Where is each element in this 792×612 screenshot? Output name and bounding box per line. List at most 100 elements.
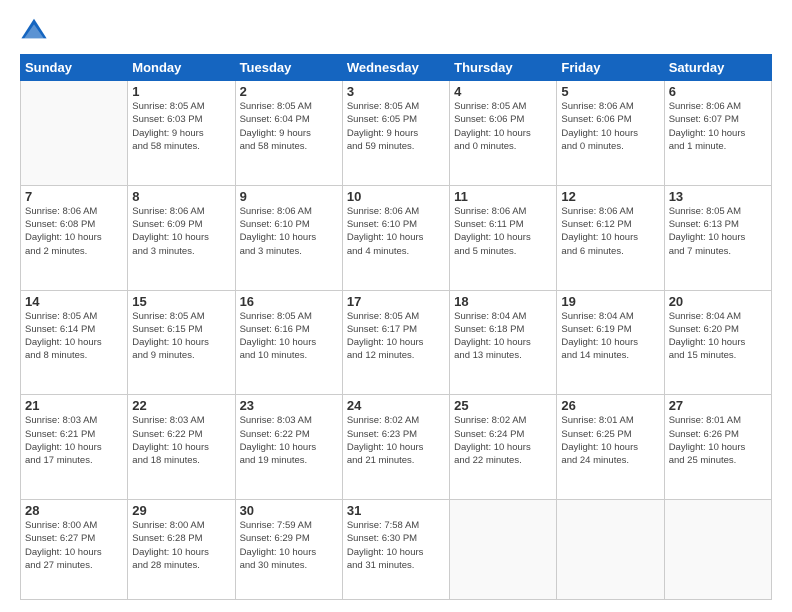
- day-info: Sunrise: 8:06 AM Sunset: 6:08 PM Dayligh…: [25, 205, 123, 258]
- day-header-saturday: Saturday: [664, 55, 771, 81]
- calendar-cell: 25Sunrise: 8:02 AM Sunset: 6:24 PM Dayli…: [450, 395, 557, 500]
- day-info: Sunrise: 8:05 AM Sunset: 6:04 PM Dayligh…: [240, 100, 338, 153]
- calendar-cell: [557, 500, 664, 600]
- day-header-sunday: Sunday: [21, 55, 128, 81]
- calendar-cell: 10Sunrise: 8:06 AM Sunset: 6:10 PM Dayli…: [342, 185, 449, 290]
- calendar-cell: 30Sunrise: 7:59 AM Sunset: 6:29 PM Dayli…: [235, 500, 342, 600]
- day-number: 21: [25, 398, 123, 413]
- day-info: Sunrise: 8:06 AM Sunset: 6:10 PM Dayligh…: [347, 205, 445, 258]
- calendar-cell: 11Sunrise: 8:06 AM Sunset: 6:11 PM Dayli…: [450, 185, 557, 290]
- day-number: 30: [240, 503, 338, 518]
- calendar-cell: 5Sunrise: 8:06 AM Sunset: 6:06 PM Daylig…: [557, 81, 664, 186]
- day-number: 8: [132, 189, 230, 204]
- day-info: Sunrise: 8:06 AM Sunset: 6:10 PM Dayligh…: [240, 205, 338, 258]
- day-number: 10: [347, 189, 445, 204]
- calendar-cell: 28Sunrise: 8:00 AM Sunset: 6:27 PM Dayli…: [21, 500, 128, 600]
- calendar-cell: 1Sunrise: 8:05 AM Sunset: 6:03 PM Daylig…: [128, 81, 235, 186]
- day-number: 9: [240, 189, 338, 204]
- calendar-cell: [450, 500, 557, 600]
- week-row-0: 1Sunrise: 8:05 AM Sunset: 6:03 PM Daylig…: [21, 81, 772, 186]
- calendar-cell: 13Sunrise: 8:05 AM Sunset: 6:13 PM Dayli…: [664, 185, 771, 290]
- day-info: Sunrise: 8:05 AM Sunset: 6:13 PM Dayligh…: [669, 205, 767, 258]
- calendar-cell: 31Sunrise: 7:58 AM Sunset: 6:30 PM Dayli…: [342, 500, 449, 600]
- day-number: 12: [561, 189, 659, 204]
- calendar-cell: 20Sunrise: 8:04 AM Sunset: 6:20 PM Dayli…: [664, 290, 771, 395]
- calendar-cell: 14Sunrise: 8:05 AM Sunset: 6:14 PM Dayli…: [21, 290, 128, 395]
- day-number: 2: [240, 84, 338, 99]
- logo: [20, 16, 52, 44]
- day-number: 14: [25, 294, 123, 309]
- header: [20, 16, 772, 44]
- day-number: 19: [561, 294, 659, 309]
- calendar-cell: 2Sunrise: 8:05 AM Sunset: 6:04 PM Daylig…: [235, 81, 342, 186]
- calendar-cell: 22Sunrise: 8:03 AM Sunset: 6:22 PM Dayli…: [128, 395, 235, 500]
- day-number: 27: [669, 398, 767, 413]
- day-info: Sunrise: 8:01 AM Sunset: 6:26 PM Dayligh…: [669, 414, 767, 467]
- calendar-cell: [21, 81, 128, 186]
- day-info: Sunrise: 8:05 AM Sunset: 6:15 PM Dayligh…: [132, 310, 230, 363]
- week-row-3: 21Sunrise: 8:03 AM Sunset: 6:21 PM Dayli…: [21, 395, 772, 500]
- day-number: 15: [132, 294, 230, 309]
- day-number: 16: [240, 294, 338, 309]
- calendar-cell: 23Sunrise: 8:03 AM Sunset: 6:22 PM Dayli…: [235, 395, 342, 500]
- day-number: 4: [454, 84, 552, 99]
- day-number: 11: [454, 189, 552, 204]
- day-number: 22: [132, 398, 230, 413]
- day-number: 17: [347, 294, 445, 309]
- calendar-cell: 15Sunrise: 8:05 AM Sunset: 6:15 PM Dayli…: [128, 290, 235, 395]
- week-row-4: 28Sunrise: 8:00 AM Sunset: 6:27 PM Dayli…: [21, 500, 772, 600]
- day-header-row: SundayMondayTuesdayWednesdayThursdayFrid…: [21, 55, 772, 81]
- logo-icon: [20, 16, 48, 44]
- calendar-cell: 16Sunrise: 8:05 AM Sunset: 6:16 PM Dayli…: [235, 290, 342, 395]
- calendar-cell: [664, 500, 771, 600]
- day-number: 25: [454, 398, 552, 413]
- day-info: Sunrise: 8:05 AM Sunset: 6:14 PM Dayligh…: [25, 310, 123, 363]
- day-info: Sunrise: 8:04 AM Sunset: 6:20 PM Dayligh…: [669, 310, 767, 363]
- day-header-wednesday: Wednesday: [342, 55, 449, 81]
- day-info: Sunrise: 8:02 AM Sunset: 6:24 PM Dayligh…: [454, 414, 552, 467]
- calendar-cell: 3Sunrise: 8:05 AM Sunset: 6:05 PM Daylig…: [342, 81, 449, 186]
- day-header-tuesday: Tuesday: [235, 55, 342, 81]
- calendar-cell: 7Sunrise: 8:06 AM Sunset: 6:08 PM Daylig…: [21, 185, 128, 290]
- day-number: 26: [561, 398, 659, 413]
- day-number: 31: [347, 503, 445, 518]
- page: SundayMondayTuesdayWednesdayThursdayFrid…: [0, 0, 792, 612]
- day-header-monday: Monday: [128, 55, 235, 81]
- day-info: Sunrise: 8:02 AM Sunset: 6:23 PM Dayligh…: [347, 414, 445, 467]
- day-info: Sunrise: 8:06 AM Sunset: 6:12 PM Dayligh…: [561, 205, 659, 258]
- day-info: Sunrise: 7:59 AM Sunset: 6:29 PM Dayligh…: [240, 519, 338, 572]
- day-info: Sunrise: 8:06 AM Sunset: 6:07 PM Dayligh…: [669, 100, 767, 153]
- day-number: 1: [132, 84, 230, 99]
- calendar-cell: 17Sunrise: 8:05 AM Sunset: 6:17 PM Dayli…: [342, 290, 449, 395]
- day-info: Sunrise: 8:00 AM Sunset: 6:27 PM Dayligh…: [25, 519, 123, 572]
- day-info: Sunrise: 8:05 AM Sunset: 6:03 PM Dayligh…: [132, 100, 230, 153]
- calendar-cell: 9Sunrise: 8:06 AM Sunset: 6:10 PM Daylig…: [235, 185, 342, 290]
- day-info: Sunrise: 8:05 AM Sunset: 6:17 PM Dayligh…: [347, 310, 445, 363]
- day-number: 18: [454, 294, 552, 309]
- day-number: 29: [132, 503, 230, 518]
- calendar-cell: 4Sunrise: 8:05 AM Sunset: 6:06 PM Daylig…: [450, 81, 557, 186]
- day-header-friday: Friday: [557, 55, 664, 81]
- day-header-thursday: Thursday: [450, 55, 557, 81]
- calendar-cell: 21Sunrise: 8:03 AM Sunset: 6:21 PM Dayli…: [21, 395, 128, 500]
- day-info: Sunrise: 8:03 AM Sunset: 6:21 PM Dayligh…: [25, 414, 123, 467]
- calendar-cell: 29Sunrise: 8:00 AM Sunset: 6:28 PM Dayli…: [128, 500, 235, 600]
- day-info: Sunrise: 8:04 AM Sunset: 6:19 PM Dayligh…: [561, 310, 659, 363]
- day-info: Sunrise: 8:05 AM Sunset: 6:16 PM Dayligh…: [240, 310, 338, 363]
- day-number: 7: [25, 189, 123, 204]
- day-info: Sunrise: 8:03 AM Sunset: 6:22 PM Dayligh…: [132, 414, 230, 467]
- day-info: Sunrise: 8:04 AM Sunset: 6:18 PM Dayligh…: [454, 310, 552, 363]
- day-info: Sunrise: 8:06 AM Sunset: 6:11 PM Dayligh…: [454, 205, 552, 258]
- day-number: 3: [347, 84, 445, 99]
- day-info: Sunrise: 8:01 AM Sunset: 6:25 PM Dayligh…: [561, 414, 659, 467]
- day-number: 23: [240, 398, 338, 413]
- calendar-cell: 26Sunrise: 8:01 AM Sunset: 6:25 PM Dayli…: [557, 395, 664, 500]
- calendar-cell: 27Sunrise: 8:01 AM Sunset: 6:26 PM Dayli…: [664, 395, 771, 500]
- calendar-cell: 12Sunrise: 8:06 AM Sunset: 6:12 PM Dayli…: [557, 185, 664, 290]
- calendar-cell: 8Sunrise: 8:06 AM Sunset: 6:09 PM Daylig…: [128, 185, 235, 290]
- day-info: Sunrise: 8:05 AM Sunset: 6:05 PM Dayligh…: [347, 100, 445, 153]
- calendar-cell: 24Sunrise: 8:02 AM Sunset: 6:23 PM Dayli…: [342, 395, 449, 500]
- day-number: 6: [669, 84, 767, 99]
- day-number: 5: [561, 84, 659, 99]
- day-info: Sunrise: 8:03 AM Sunset: 6:22 PM Dayligh…: [240, 414, 338, 467]
